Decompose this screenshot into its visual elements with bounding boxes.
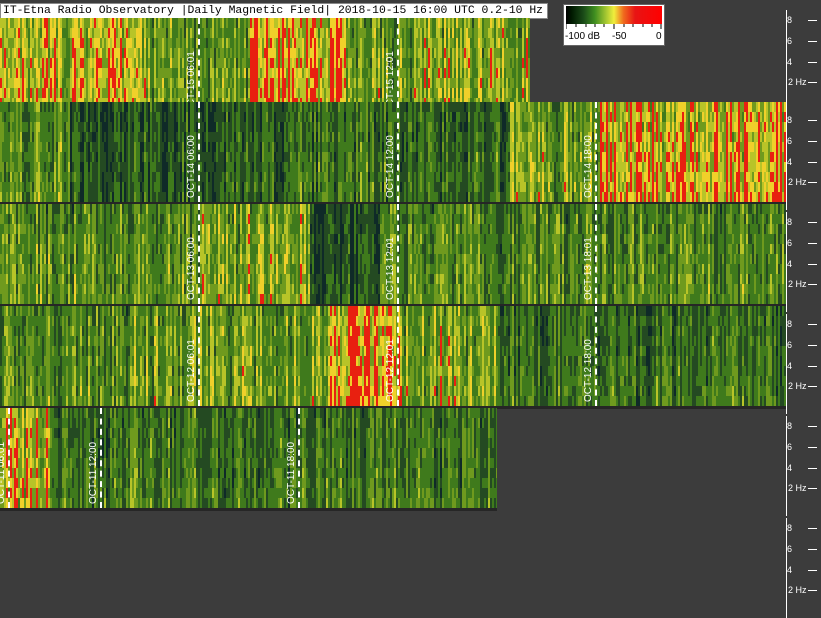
frequency-axis: 8 6 4 2 Hz: [786, 110, 821, 210]
frequency-tick: [808, 528, 817, 529]
frequency-tick-label: 8: [787, 320, 792, 329]
frequency-tick-label: 8: [787, 116, 792, 125]
time-marker-line: [397, 306, 399, 406]
frequency-tick-label: 6: [787, 545, 792, 554]
time-marker-line: [298, 408, 300, 508]
frequency-tick: [808, 386, 817, 387]
frequency-tick-label: 8: [787, 218, 792, 227]
spectrogram-strip: OCT-13 06:00 OCT-13 12:01 OCT-13 18:01: [0, 204, 786, 307]
frequency-tick-label: 8: [787, 524, 792, 533]
frequency-tick-label: 4: [787, 362, 792, 371]
frequency-tick: [808, 162, 817, 163]
scale-max-label: 0: [656, 31, 662, 42]
time-marker-label: OCT-12 18:00: [583, 339, 594, 402]
time-marker-line: [198, 204, 200, 304]
frequency-tick: [808, 468, 817, 469]
frequency-tick: [808, 120, 817, 121]
frequency-tick-label: 6: [787, 443, 792, 452]
frequency-tick: [808, 366, 817, 367]
frequency-tick: [808, 62, 817, 63]
time-marker-label: OCT-12 12:01: [385, 339, 396, 402]
time-marker-line: [397, 204, 399, 304]
frequency-tick: [808, 447, 817, 448]
frequency-tick-label: 4: [787, 158, 792, 167]
frequency-tick-label: 4: [787, 566, 792, 575]
frequency-tick: [808, 222, 817, 223]
frequency-tick: [808, 82, 817, 83]
frequency-axis: 8 6 4 2 Hz: [786, 518, 821, 618]
frequency-tick: [808, 488, 817, 489]
frequency-tick-label: 6: [787, 137, 792, 146]
time-marker-line: [8, 408, 10, 508]
frequency-tick-label: 2 Hz: [788, 280, 807, 289]
frequency-tick: [808, 264, 817, 265]
frequency-tick-label: 4: [787, 58, 792, 67]
time-marker-label: OCT-13 06:00: [186, 237, 197, 300]
frequency-tick-label: 2 Hz: [788, 78, 807, 87]
page-title: IT-Etna Radio Observatory |Daily Magneti…: [0, 3, 548, 19]
time-marker-label: OCT-14 18:00: [583, 135, 594, 198]
color-scale-ticks: [566, 24, 662, 29]
frequency-tick-label: 6: [787, 239, 792, 248]
time-marker-label: OCT-14 06:00: [186, 135, 197, 198]
scale-min-label: -100 dB: [565, 31, 600, 42]
spectrogram-strip: OCT-14 06:00 OCT-14 12:00 OCT-14 18:00: [0, 102, 786, 205]
color-scale-bar: [566, 6, 662, 24]
time-marker-label: OCT-13 18:01: [583, 237, 594, 300]
frequency-tick-label: 2 Hz: [788, 484, 807, 493]
frequency-tick-label: 6: [787, 341, 792, 350]
frequency-tick: [808, 41, 817, 42]
frequency-tick-label: 4: [787, 260, 792, 269]
frequency-tick-label: 8: [787, 16, 792, 25]
time-marker-line: [595, 306, 597, 406]
frequency-tick: [808, 20, 817, 21]
color-scale-legend: -100 dB -50 0: [563, 4, 665, 46]
time-marker-line: [100, 408, 102, 508]
frequency-axis: 8 6 4 2 Hz: [786, 212, 821, 312]
frequency-tick-label: 2 Hz: [788, 382, 807, 391]
frequency-tick: [808, 590, 817, 591]
frequency-tick: [808, 426, 817, 427]
frequency-tick: [808, 284, 817, 285]
time-marker-line: [198, 102, 200, 202]
frequency-axis: 8 6 4 2 Hz: [786, 10, 821, 110]
scale-mid-label: -50: [612, 31, 626, 42]
frequency-tick: [808, 345, 817, 346]
frequency-tick: [808, 549, 817, 550]
frequency-axis: 8 6 4 2 Hz: [786, 416, 821, 516]
time-marker-line: [198, 306, 200, 406]
frequency-tick-label: 4: [787, 464, 792, 473]
time-marker-line: [397, 102, 399, 202]
frequency-tick: [808, 141, 817, 142]
frequency-tick: [808, 324, 817, 325]
time-marker-label: OCT-12 06:01: [186, 339, 197, 402]
time-marker-line: [595, 102, 597, 202]
time-marker-label: OCT-11 06:01: [0, 442, 7, 504]
frequency-tick: [808, 570, 817, 571]
frequency-tick: [808, 182, 817, 183]
frequency-tick: [808, 243, 817, 244]
frequency-tick-label: 8: [787, 422, 792, 431]
time-marker-line: [595, 204, 597, 304]
time-marker-label: OCT-11 18:00: [286, 442, 297, 504]
time-marker-label: OCT-11 12:00: [88, 442, 99, 504]
frequency-axis: 8 6 4 2 Hz: [786, 314, 821, 414]
frequency-tick-label: 6: [787, 37, 792, 46]
spectrogram-strip: OCT-12 06:01 OCT-12 12:01 OCT-12 18:00: [0, 306, 786, 409]
spectrogram-image: [0, 408, 497, 508]
spectrogram-strip: OCT-11 06:01 OCT-11 12:00 OCT-11 18:00: [0, 408, 497, 511]
frequency-tick-label: 2 Hz: [788, 586, 807, 595]
time-marker-label: OCT-14 12:00: [385, 135, 396, 198]
frequency-tick-label: 2 Hz: [788, 178, 807, 187]
time-marker-label: OCT-13 12:01: [385, 237, 396, 300]
